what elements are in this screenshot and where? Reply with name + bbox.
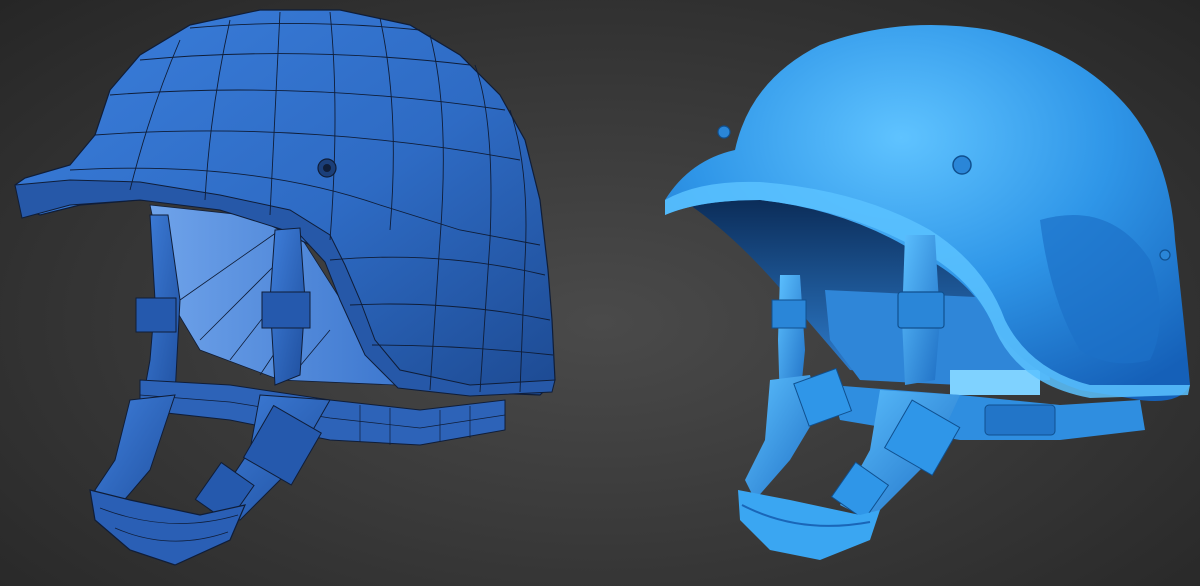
- rivet-icon: [717, 125, 731, 139]
- rivet-icon: [952, 155, 972, 175]
- rivet-icon: [1159, 249, 1171, 261]
- smooth-helmet: [665, 25, 1190, 560]
- buckle: [135, 297, 177, 333]
- buckle: [897, 291, 945, 329]
- buckle: [261, 291, 311, 329]
- render-canvas: [14, 9, 1190, 566]
- wireframe-helmet: [14, 9, 556, 566]
- buckle: [771, 299, 807, 329]
- lining-panel: [950, 370, 1040, 395]
- 3d-viewport: [0, 0, 1200, 586]
